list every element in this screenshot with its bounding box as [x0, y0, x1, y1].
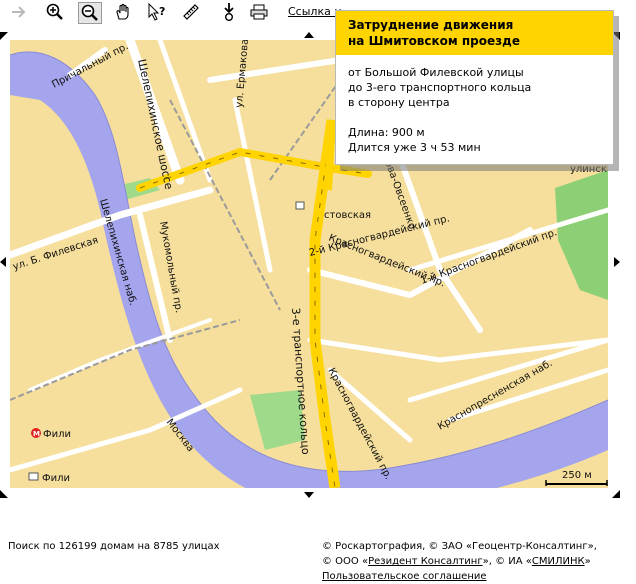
popup-length: Длина: 900 м — [348, 126, 425, 139]
corner-marker-bottom-left — [0, 490, 8, 498]
corner-marker-bottom-right — [612, 490, 620, 498]
ruler-icon[interactable] — [180, 2, 202, 22]
pan-left-arrow-icon[interactable] — [0, 257, 6, 267]
pan-right-arrow-icon[interactable] — [614, 257, 620, 267]
popup-header: Затруднение движения на Шмитовском проез… — [336, 11, 613, 55]
zoom-out-icon[interactable] — [78, 2, 102, 24]
print-icon[interactable] — [248, 2, 270, 22]
pan-up-arrow-icon[interactable] — [304, 32, 314, 38]
railway-station-marker[interactable]: Фили — [28, 472, 70, 484]
pan-down-arrow-icon[interactable] — [304, 492, 314, 498]
hand-pan-icon[interactable] — [112, 2, 134, 22]
copyright-footer: © Роскартография, © ЗАО «Геоцентр-Консал… — [322, 539, 597, 584]
corner-marker-top-left — [0, 32, 8, 40]
metro-label: Фили — [43, 429, 71, 440]
scale-label: 250 м — [562, 470, 592, 481]
popup-text: до 3-его транспортного кольца — [348, 81, 532, 94]
popup-text: от Большой Филевской улицы — [348, 66, 524, 79]
popup-text: в сторону центра — [348, 96, 450, 109]
popup-title-line: Затруднение движения — [348, 18, 514, 32]
popup-title-line: на Шмитовском проезде — [348, 34, 520, 48]
street-label: улинск — [570, 164, 607, 175]
rezident-link[interactable]: Резидент Консалтинг — [368, 556, 483, 567]
street-label: Краснопресненская наб. — [436, 358, 554, 433]
station-label: Фили — [42, 473, 70, 484]
popup-duration: Длится уже 3 ч 53 мин — [348, 141, 481, 154]
popup-body: от Большой Филевской улицы до 3-его тран… — [336, 55, 613, 155]
svg-text:M: M — [33, 430, 40, 438]
traffic-popup: Затруднение движения на Шмитовском проез… — [335, 10, 614, 165]
download-icon[interactable] — [218, 2, 240, 22]
pointer-question-icon[interactable]: ? — [146, 2, 168, 22]
scale-bar: 250 м — [545, 470, 608, 486]
arrow-right-icon[interactable] — [8, 2, 30, 22]
copyright-text: », © ИА « — [482, 556, 532, 567]
user-agreement-link[interactable]: Пользовательское соглашение — [322, 571, 487, 582]
street-label: Шелепихинское шоссе — [135, 58, 175, 191]
street-label: стовская — [324, 210, 371, 221]
smilink-link[interactable]: СМИЛИНК — [532, 556, 585, 567]
railway-station-marker[interactable] — [295, 201, 305, 210]
search-status-text: Поиск по 126199 домам на 8785 улицах — [8, 541, 220, 552]
metro-station-marker[interactable]: M Фили — [31, 428, 71, 440]
copyright-text: © ООО « — [322, 556, 369, 567]
zoom-in-icon[interactable] — [44, 2, 66, 22]
copyright-line: © Роскартография, © ЗАО «Геоцентр-Консал… — [322, 541, 597, 552]
copyright-line: © ООО «Резидент Консалтинг», © ИА «СМИЛИ… — [322, 554, 597, 569]
copyright-text: » — [584, 556, 591, 567]
link-to-map[interactable]: Ссылка н — [288, 5, 342, 18]
park-area — [555, 170, 608, 300]
svg-text:?: ? — [159, 5, 165, 18]
